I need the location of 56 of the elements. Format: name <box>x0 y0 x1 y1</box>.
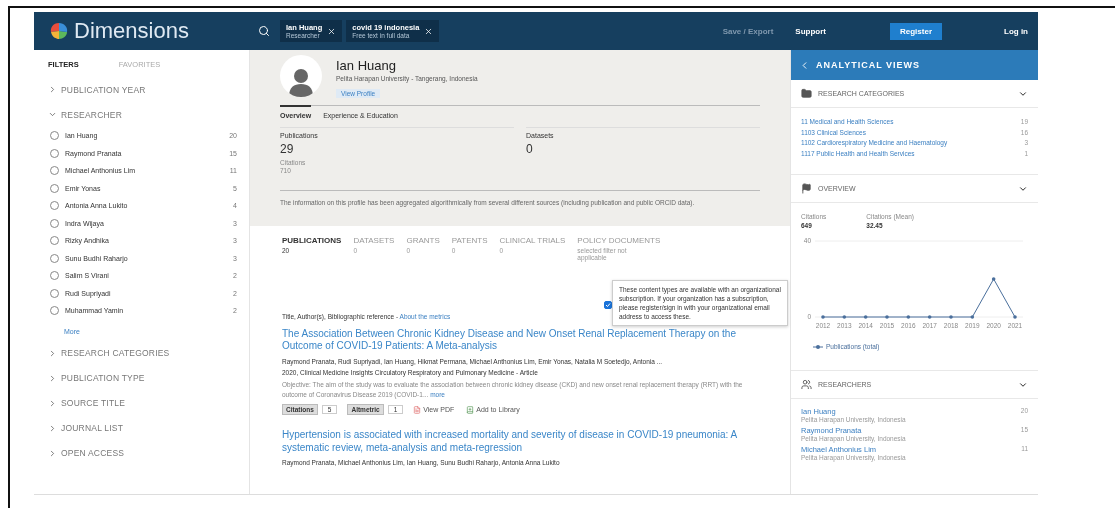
filter-section-header[interactable]: SOURCE TITLE <box>48 390 237 416</box>
logo-text[interactable]: Dimensions <box>74 18 189 44</box>
flag-icon <box>801 183 812 194</box>
data-point <box>991 277 996 281</box>
stat-value: 29 <box>280 142 295 156</box>
stat-value: 0 <box>526 142 534 156</box>
close-icon[interactable] <box>327 26 337 36</box>
publication-title[interactable]: Hypertension is associated with increased mortality and severity of disease in COVID-19 pneumonia: A systematic review, meta-analysis and meta-regression <box>282 429 760 455</box>
book-plus-icon <box>466 405 475 414</box>
filter-section-label: PUBLICATION TYPE <box>61 373 145 383</box>
radio-button[interactable] <box>50 131 59 141</box>
data-point <box>970 315 975 319</box>
filter-section-label: PUBLICATION YEAR <box>61 84 146 95</box>
document-icon <box>413 405 422 414</box>
radio-button[interactable] <box>50 288 59 298</box>
data-point <box>821 315 825 319</box>
search-icon[interactable] <box>258 25 270 37</box>
person-silhouette-icon <box>288 67 314 97</box>
filter-section-header[interactable]: RESEARCH CATEGORIES <box>48 340 237 366</box>
filter-section-header[interactable]: JOURNAL LIST <box>48 415 237 441</box>
people-icon <box>801 379 812 390</box>
publication-title[interactable]: The Association Between Chronic Kidney Disease and New Onset Renal Replacement Therapy on the Outcome of COVID-19 Patients: A Meta-analysis <box>282 327 760 353</box>
login-link[interactable]: Log in <box>1004 26 1028 36</box>
radio-button[interactable] <box>50 183 59 193</box>
filter-section-label: OPEN ACCESS <box>61 448 125 458</box>
radio-button[interactable] <box>50 218 59 228</box>
radio-button[interactable] <box>50 166 59 176</box>
register-button[interactable]: Register <box>890 22 942 40</box>
data-point <box>906 315 911 319</box>
radio-button[interactable] <box>50 271 59 281</box>
logo-icon <box>48 20 70 42</box>
radio-button[interactable] <box>50 201 59 211</box>
support-link[interactable]: Support <box>795 26 826 36</box>
profile-name: Ian Huang <box>336 58 397 73</box>
panel-title: ANALYTICAL VIEWS <box>816 60 920 70</box>
radio-button[interactable] <box>50 306 59 316</box>
radio-button[interactable] <box>50 253 59 263</box>
filter-section-label: RESEARCHER <box>61 109 123 120</box>
filter-section-header[interactable]: PUBLICATION TYPE <box>48 365 237 391</box>
radio-button[interactable] <box>50 236 59 246</box>
radio-button[interactable] <box>50 148 59 158</box>
filter-section-label: RESEARCH CATEGORIES <box>61 348 170 358</box>
data-point <box>842 315 847 319</box>
folder-icon <box>801 88 812 99</box>
legend-marker-icon <box>813 343 823 350</box>
close-icon[interactable] <box>424 26 434 36</box>
data-point <box>863 315 868 319</box>
data-point <box>949 315 953 319</box>
filter-section-header[interactable]: OPEN ACCESS <box>48 440 237 466</box>
data-point <box>927 315 932 319</box>
filter-section-label: SOURCE TITLE <box>61 398 126 408</box>
data-point <box>885 315 889 319</box>
filter-section-label: JOURNAL LIST <box>61 423 124 433</box>
filter-section-header[interactable]: RESEARCHER <box>48 102 237 127</box>
filter-section-header[interactable]: PUBLICATION YEAR <box>48 77 237 102</box>
data-point <box>1013 315 1017 319</box>
